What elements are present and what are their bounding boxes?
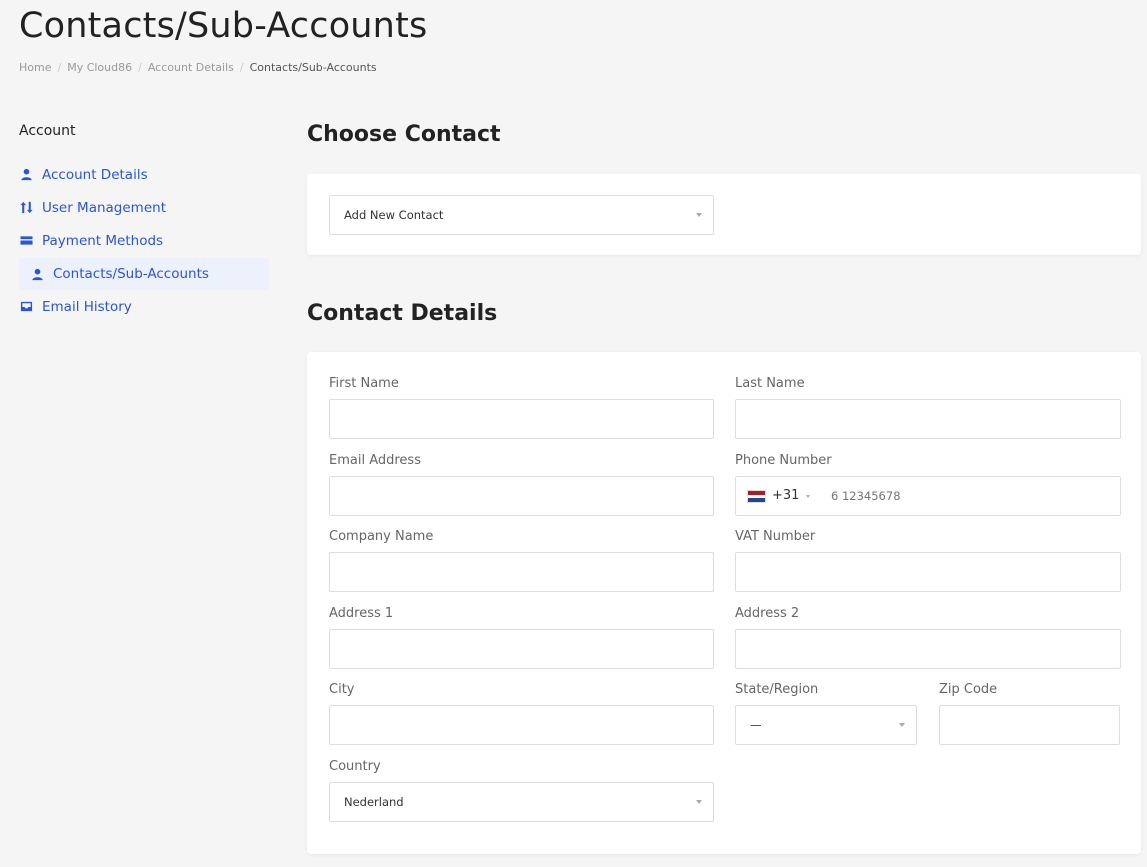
sort-arrows-icon	[19, 201, 33, 215]
company-input[interactable]	[329, 552, 714, 592]
phone-label: Phone Number	[735, 453, 832, 468]
address1-label: Address 1	[329, 606, 394, 621]
chevron-down-icon	[696, 800, 702, 804]
choose-contact-card: Add New Contact	[307, 174, 1141, 255]
email-input[interactable]	[329, 476, 714, 516]
last-name-label: Last Name	[735, 376, 805, 391]
state-select[interactable]: —	[735, 705, 917, 745]
first-name-input[interactable]	[329, 399, 714, 439]
dial-code[interactable]: +31	[772, 488, 799, 503]
country-select-value: Nederland	[344, 795, 404, 809]
contact-details-card: First Name Last Name Email Address Phone…	[307, 352, 1141, 854]
address2-input[interactable]	[735, 629, 1121, 669]
first-name-label: First Name	[329, 376, 399, 391]
city-input[interactable]	[329, 705, 714, 745]
breadcrumb-home[interactable]: Home	[19, 61, 51, 74]
vat-label: VAT Number	[735, 529, 816, 544]
address2-label: Address 2	[735, 606, 800, 621]
credit-card-icon	[19, 234, 33, 248]
state-label: State/Region	[735, 682, 819, 697]
contact-select-value: Add New Contact	[344, 208, 444, 222]
city-label: City	[329, 682, 355, 697]
breadcrumb-separator: /	[239, 61, 244, 74]
sidebar-item-label: Account Details	[42, 166, 148, 183]
sidebar-heading: Account	[19, 123, 76, 139]
breadcrumb-separator: /	[57, 61, 62, 74]
chevron-down-icon[interactable]	[806, 495, 810, 498]
zip-input[interactable]	[939, 705, 1120, 745]
email-label: Email Address	[329, 453, 421, 468]
sidebar-item-user-management[interactable]: User Management	[19, 191, 269, 224]
user-icon	[19, 168, 33, 182]
sidebar-item-email-history[interactable]: Email History	[19, 290, 269, 323]
user-icon	[30, 267, 44, 281]
sidebar-item-contacts-sub-accounts[interactable]: Contacts/Sub-Accounts	[19, 258, 269, 290]
netherlands-flag-icon[interactable]	[747, 490, 766, 503]
last-name-input[interactable]	[735, 399, 1121, 439]
address1-input[interactable]	[329, 629, 714, 669]
page-title: Contacts/Sub-Accounts	[19, 6, 428, 46]
sidebar-item-payment-methods[interactable]: Payment Methods	[19, 224, 269, 257]
chevron-down-icon	[899, 723, 905, 727]
phone-number-input[interactable]	[831, 489, 1031, 503]
inbox-icon	[19, 300, 33, 314]
sidebar-item-label: Payment Methods	[42, 232, 164, 249]
country-label: Country	[329, 759, 381, 774]
vat-input[interactable]	[735, 552, 1121, 592]
breadcrumb-account-details[interactable]: Account Details	[148, 61, 234, 74]
breadcrumb-current: Contacts/Sub-Accounts	[249, 61, 377, 74]
sidebar-item-label: Contacts/Sub-Accounts	[53, 266, 209, 282]
contact-select[interactable]: Add New Contact	[329, 195, 714, 235]
choose-contact-title: Choose Contact	[307, 122, 501, 147]
sidebar-nav: Account Details User Management Payment …	[19, 158, 269, 323]
breadcrumb: Home / My Cloud86 / Account Details / Co…	[19, 61, 377, 74]
zip-label: Zip Code	[939, 682, 998, 697]
breadcrumb-separator: /	[138, 61, 142, 74]
sidebar-item-label: User Management	[42, 199, 166, 216]
breadcrumb-my-cloud86[interactable]: My Cloud86	[67, 61, 132, 74]
sidebar-item-account-details[interactable]: Account Details	[19, 158, 269, 191]
company-label: Company Name	[329, 529, 434, 544]
state-select-value: —	[750, 718, 762, 732]
chevron-down-icon	[696, 213, 702, 217]
contact-details-title: Contact Details	[307, 301, 498, 326]
sidebar-item-label: Email History	[42, 298, 132, 315]
phone-field[interactable]: +31	[735, 476, 1121, 516]
country-select[interactable]: Nederland	[329, 782, 714, 822]
